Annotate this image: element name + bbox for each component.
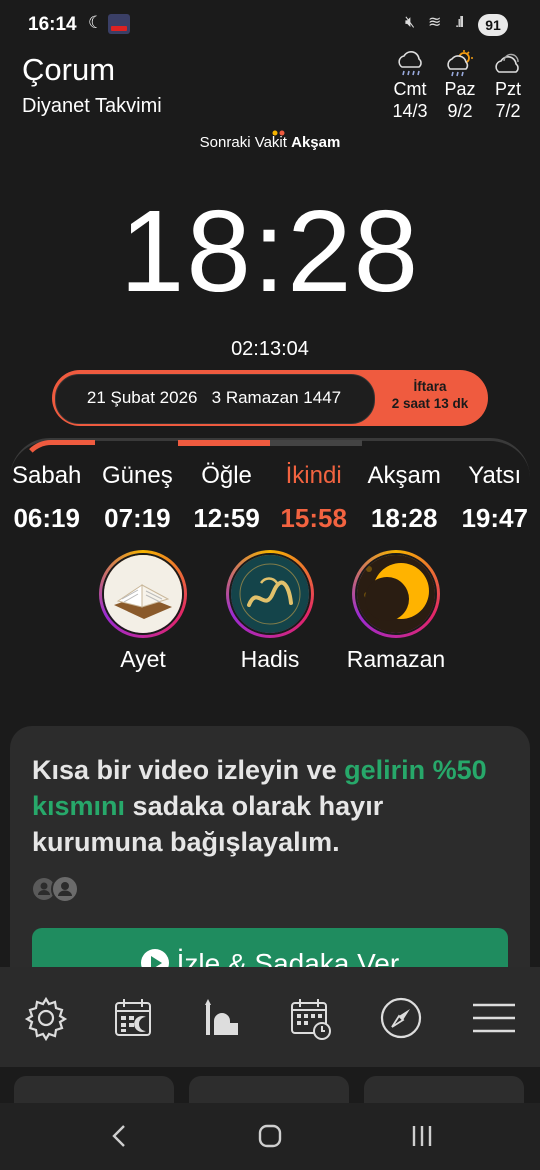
- story-label: Ayet: [120, 646, 166, 672]
- weather-temp: 14/3: [392, 101, 428, 121]
- weather-temp: 7/2: [495, 101, 521, 121]
- recent-apps-icon[interactable]: [402, 1118, 442, 1154]
- iftar-label: İftara: [413, 379, 447, 394]
- cloud-icon: [481, 50, 535, 78]
- prayer-name: Öğle: [201, 462, 252, 489]
- weather-day-1[interactable]: Cmt 14/3: [383, 50, 437, 122]
- prayer-time: 06:19: [13, 503, 80, 533]
- home-icon[interactable]: [250, 1118, 290, 1154]
- prayer-ogle[interactable]: Öğle 12:59: [193, 460, 260, 536]
- bottom-navigation: [0, 967, 540, 1067]
- city-name[interactable]: Çorum: [22, 52, 115, 88]
- date-text: 21 Şubat 2026 3 Ramazan 1447: [86, 388, 342, 407]
- sun-rain-cloud-icon: [433, 50, 487, 78]
- settings-gear-icon[interactable]: [23, 995, 69, 1042]
- prayer-time: 12:59: [193, 503, 260, 533]
- progress-bar-segment-remaining: [270, 440, 362, 446]
- prayer-name: Sabah: [12, 462, 82, 489]
- weather-day-label: Cmt: [393, 79, 427, 99]
- iftar-remaining: 2 saat 13 dk: [391, 396, 469, 411]
- back-icon[interactable]: [100, 1118, 140, 1154]
- promo-text-a: Kısa bir video izleyin ve: [32, 755, 345, 785]
- prayer-name: Güneş: [102, 462, 173, 489]
- app-notification-icon: [108, 14, 130, 34]
- menu-icon[interactable]: [471, 995, 517, 1041]
- calendar-source: Diyanet Takvimi: [22, 95, 162, 117]
- calendar-clock-icon[interactable]: [288, 995, 334, 1041]
- moon-sun-indicator-icon: [272, 123, 286, 136]
- story-ramazan[interactable]: Ramazan: [331, 550, 461, 673]
- rain-cloud-icon: [383, 50, 437, 78]
- users-avatar-icon: [32, 874, 82, 904]
- prayer-name: Akşam: [367, 462, 441, 489]
- countdown-timer: 02:13:04: [231, 338, 309, 360]
- battery-indicator: 91: [478, 14, 508, 36]
- muhammad-calligraphy-icon: [229, 553, 311, 635]
- prayer-times-row: Sabah 06:19 Güneş 07:19 Öğle 12:59 İkind…: [0, 460, 540, 536]
- mute-icon: 🔇︎: [405, 14, 416, 31]
- wifi-icon: ≋: [428, 14, 442, 31]
- weather-day-label: Pzt: [494, 79, 521, 99]
- story-ayet[interactable]: Ayet: [78, 550, 208, 673]
- mosque-icon[interactable]: [198, 995, 244, 1041]
- next-prayer-time: 18:28: [119, 186, 421, 316]
- promo-text: Kısa bir video izleyin ve gelirin %50 kı…: [32, 752, 502, 860]
- next-prayer-label: Sonraki Vakit Akşam: [0, 134, 540, 151]
- weather-temp: 9/2: [447, 101, 473, 121]
- quran-book-icon: [102, 553, 184, 635]
- prayer-name: İkindi: [285, 462, 342, 489]
- prayer-yatsi[interactable]: Yatsı 19:47: [461, 460, 528, 536]
- prayer-time: 15:58: [280, 503, 347, 533]
- prayer-time: 19:47: [461, 503, 528, 533]
- story-label: Ramazan: [346, 646, 446, 672]
- prayer-sabah[interactable]: Sabah 06:19: [12, 460, 81, 536]
- weather-day-label: Paz: [444, 79, 476, 99]
- prayer-time: 07:19: [104, 503, 171, 533]
- crescent-moon-icon: [355, 553, 437, 635]
- prayer-time: 18:28: [370, 503, 438, 533]
- story-label: Hadis: [240, 646, 300, 672]
- next-prayer-prefix: Sonraki Vakit: [199, 134, 287, 151]
- weather-day-2[interactable]: Paz 9/2: [433, 50, 487, 122]
- prayer-ikindi[interactable]: İkindi 15:58: [280, 460, 347, 536]
- iftar-countdown: İftara 2 saat 13 dk: [378, 378, 482, 412]
- next-prayer-name: Akşam: [291, 134, 341, 151]
- prayer-name: Yatsı: [468, 462, 522, 489]
- story-hadis[interactable]: Hadis: [205, 550, 335, 673]
- progress-bar-segment: [178, 440, 270, 446]
- weather-day-3[interactable]: Pzt 7/2: [481, 50, 535, 122]
- signal-icon: .ıll: [455, 14, 464, 31]
- calendar-moon-icon[interactable]: [110, 995, 156, 1041]
- prayer-gunes[interactable]: Güneş 07:19: [102, 460, 173, 536]
- moon-icon: ☾: [88, 13, 104, 32]
- compass-icon[interactable]: [378, 995, 424, 1041]
- status-time: 16:14: [28, 14, 77, 35]
- prayer-aksam[interactable]: Akşam 18:28: [368, 460, 441, 536]
